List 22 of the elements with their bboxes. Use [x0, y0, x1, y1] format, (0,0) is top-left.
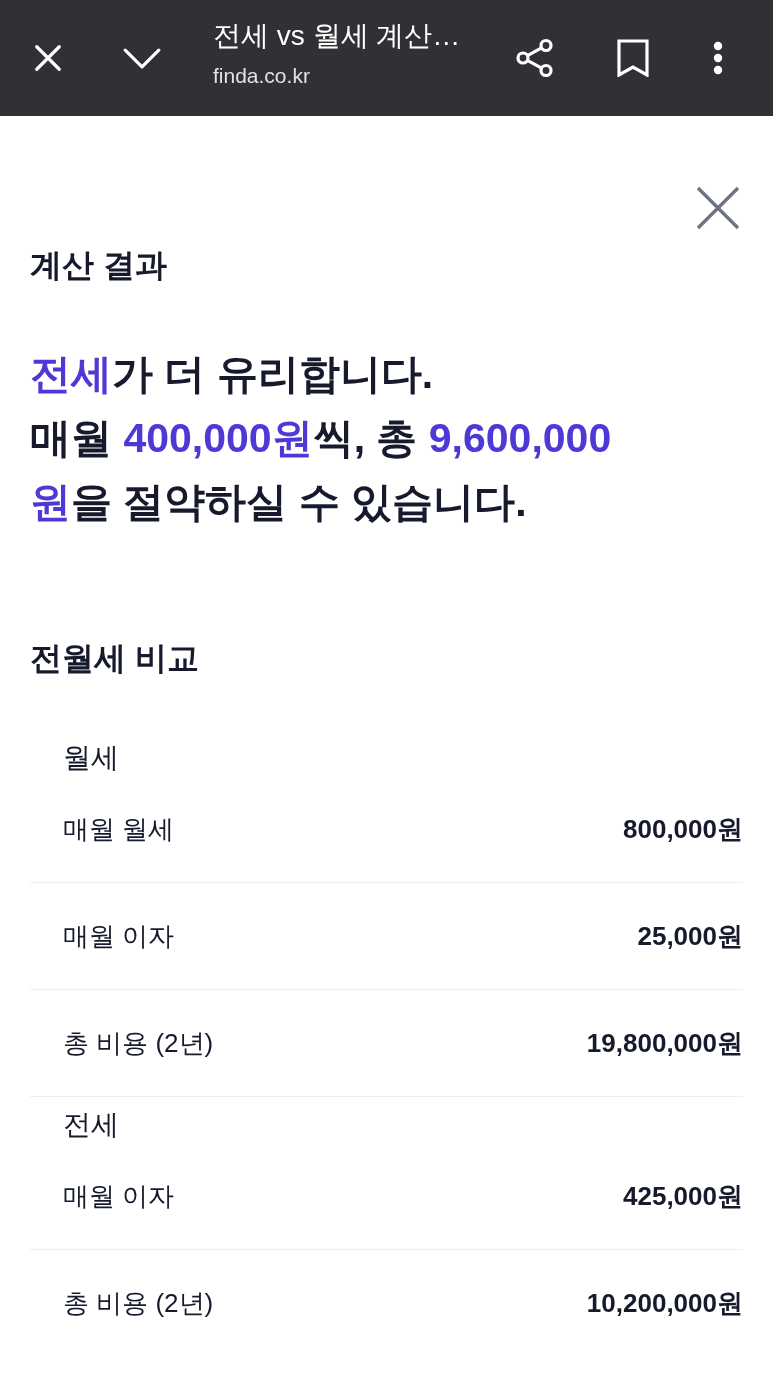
result-heading: 계산 결과 — [30, 246, 168, 285]
row-label: 총 비용 (2년) — [63, 1287, 214, 1320]
bookmark-icon[interactable] — [617, 39, 649, 77]
page-url: finda.co.kr — [213, 63, 311, 89]
row-value: 25,000원 — [637, 920, 743, 953]
group-title: 월세 — [62, 741, 120, 775]
comparison-heading: 전월세 비교 — [30, 639, 200, 678]
row-label: 매월 이자 — [63, 920, 175, 953]
row-value: 19,800,000원 — [586, 1027, 743, 1060]
result-headline: 전세가 더 유리합니다. 매월 400,000원씩, 총 9,600,000 원을 절약하실 수 있습니다. — [30, 350, 613, 527]
close-icon[interactable] — [33, 43, 63, 73]
page-title: 전세 vs 월세 계산… — [213, 19, 462, 53]
row-label: 매월 이자 — [63, 1180, 175, 1213]
row-value: 800,000원 — [623, 813, 743, 846]
share-icon[interactable] — [515, 38, 555, 78]
chevron-down-icon[interactable] — [123, 47, 161, 69]
row-value: 425,000원 — [623, 1180, 743, 1213]
more-options-icon[interactable] — [713, 41, 723, 75]
row-value: 10,200,000원 — [586, 1287, 743, 1320]
row-label: 총 비용 (2년) — [63, 1027, 214, 1060]
row-label: 매월 월세 — [63, 813, 175, 846]
group-title: 전세 — [62, 1108, 120, 1142]
